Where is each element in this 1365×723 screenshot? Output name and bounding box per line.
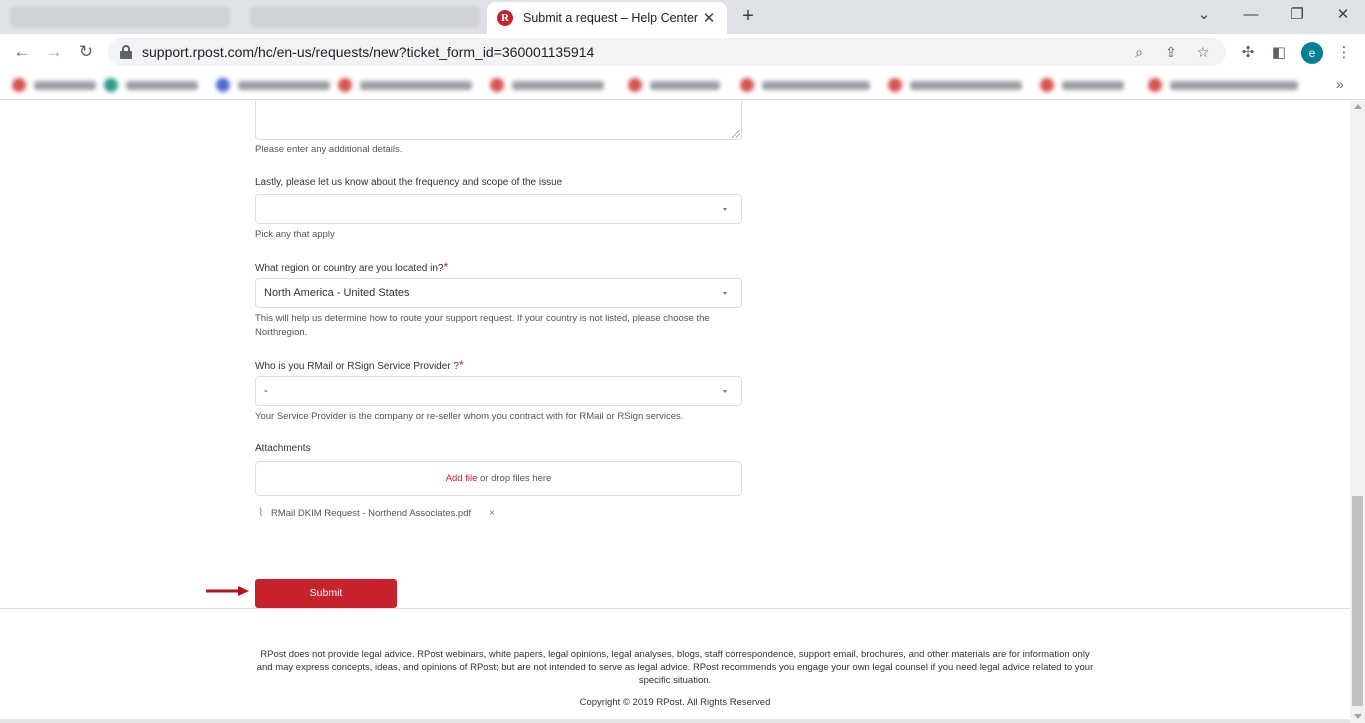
browser-tab-blurred[interactable] [250, 6, 480, 28]
bookmark-item[interactable] [740, 76, 870, 94]
scroll-down-arrow-icon[interactable] [1354, 714, 1362, 719]
bookmark-item[interactable] [1040, 76, 1124, 94]
menu-kebab-icon[interactable]: ⋮ [1333, 42, 1355, 64]
browser-tab-active[interactable]: R Submit a request – Help Center ✕ [487, 2, 727, 34]
frequency-select[interactable] [255, 194, 742, 224]
caret-down-icon [723, 207, 727, 211]
tab-search-chevron-icon[interactable]: ⌄ [1191, 4, 1217, 26]
attachment-item: ⌇ RMail DKIM Request - Northend Associat… [258, 507, 495, 520]
add-file-link[interactable]: Add file [446, 473, 478, 484]
lock-icon[interactable] [120, 45, 132, 59]
frequency-hint: Pick any that apply [255, 229, 335, 240]
submit-button[interactable]: Submit [255, 579, 397, 608]
red-arrow-annotation-icon [206, 586, 249, 596]
browser-tab-blurred[interactable] [10, 6, 230, 28]
region-label-text: What region or country are you located i… [255, 263, 444, 274]
minimize-icon[interactable]: — [1238, 4, 1264, 26]
copyright-text: Copyright © 2019 RPost. All Rights Reser… [579, 697, 771, 708]
bookmark-item[interactable] [490, 76, 604, 94]
footer-divider [0, 608, 1350, 609]
attachment-filename[interactable]: RMail DKIM Request - Northend Associates… [271, 508, 471, 519]
rpost-favicon-icon: R [497, 10, 513, 26]
new-tab-plus-icon[interactable]: + [737, 6, 759, 28]
horizontal-scrollbar[interactable] [0, 719, 1350, 723]
bookmarks-bar: » [0, 70, 1365, 100]
browser-tab-strip: R Submit a request – Help Center ✕ + ⌄ —… [0, 0, 1365, 34]
bookmark-item[interactable] [216, 76, 330, 94]
region-label: What region or country are you located i… [255, 260, 448, 274]
frequency-label-text: Lastly, please let us know about the fre… [255, 177, 563, 188]
side-panel-icon[interactable]: ◧ [1268, 42, 1290, 64]
textarea-resize-handle-icon[interactable] [732, 130, 740, 138]
frequency-label: Lastly, please let us know about the fre… [255, 177, 562, 188]
address-bar[interactable]: support.rpost.com/hc/en-us/requests/new?… [108, 38, 1226, 66]
attachments-dropzone[interactable]: Add file or drop files here [255, 461, 742, 496]
region-select[interactable]: North America - United States [255, 278, 742, 308]
tab-close-icon[interactable]: ✕ [701, 9, 717, 27]
provider-label-text: Who is you RMail or RSign Service Provid… [255, 361, 459, 372]
required-asterisk: * [443, 260, 449, 274]
bookmark-item[interactable] [104, 76, 198, 94]
attachments-label: Attachments [255, 443, 311, 454]
required-asterisk: * [458, 358, 464, 372]
browser-toolbar: ← → ↻ support.rpost.com/hc/en-us/request… [0, 34, 1365, 70]
remove-attachment-icon[interactable]: × [489, 508, 495, 519]
region-select-value: North America - United States [264, 287, 410, 299]
page-content: Please enter any additional details. Las… [0, 101, 1350, 723]
details-hint: Please enter any additional details. [255, 144, 403, 155]
vertical-scrollbar[interactable] [1350, 101, 1365, 723]
provider-select[interactable]: - [255, 376, 742, 406]
extensions-puzzle-icon[interactable]: ✣ [1237, 42, 1259, 64]
back-arrow-icon[interactable]: ← [10, 40, 34, 64]
restore-icon[interactable]: ❐ [1284, 4, 1310, 26]
bookmark-item[interactable] [888, 76, 1022, 94]
forward-arrow-icon[interactable]: → [42, 40, 66, 64]
caret-down-icon [723, 291, 727, 295]
bookmarks-overflow-chevron-icon[interactable]: » [1336, 76, 1344, 92]
bookmark-item[interactable] [338, 76, 472, 94]
share-icon[interactable]: ⇪ [1160, 41, 1182, 63]
tab-title: Submit a request – Help Center [523, 11, 699, 25]
legal-disclaimer: RPost does not provide legal advice. RPo… [256, 649, 1094, 686]
paperclip-icon: ⌇ [258, 507, 264, 519]
scroll-up-arrow-icon[interactable] [1354, 104, 1362, 109]
zoom-icon[interactable]: ⌕ [1128, 41, 1150, 63]
close-window-icon[interactable]: ✕ [1330, 4, 1356, 26]
profile-avatar[interactable]: e [1301, 42, 1323, 64]
url-text[interactable]: support.rpost.com/hc/en-us/requests/new?… [142, 44, 1118, 60]
provider-select-value: - [264, 385, 268, 397]
bookmark-item[interactable] [628, 76, 720, 94]
additional-details-textarea[interactable] [255, 101, 742, 140]
bookmark-item[interactable] [1148, 76, 1298, 94]
bookmark-item[interactable] [12, 76, 96, 94]
provider-hint: Your Service Provider is the company or … [255, 411, 684, 422]
region-hint: This will help us determine how to route… [255, 313, 710, 338]
provider-label: Who is you RMail or RSign Service Provid… [255, 358, 464, 372]
reload-icon[interactable]: ↻ [74, 40, 98, 64]
bookmark-star-icon[interactable]: ☆ [1192, 41, 1214, 63]
caret-down-icon [723, 389, 727, 393]
scrollbar-thumb[interactable] [1352, 496, 1363, 706]
drop-files-text: or drop files here [477, 473, 552, 484]
